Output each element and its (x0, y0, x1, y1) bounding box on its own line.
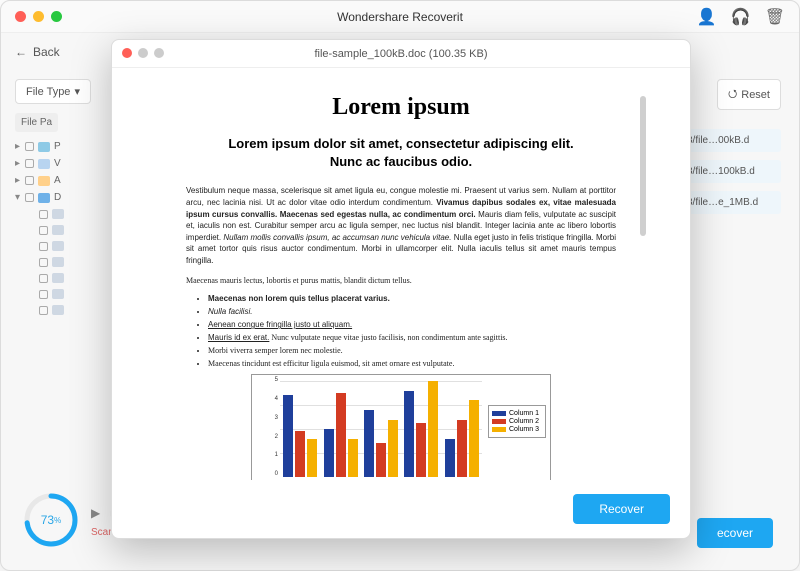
doc-h2: Lorem ipsum dolor sit amet, consectetur … (186, 135, 616, 171)
doc-bullet: Maecenas non lorem quis tellus placerat … (208, 294, 616, 303)
tree-row[interactable]: ▸A (15, 172, 115, 189)
preview-window: file-sample_100kB.doc (100.35 KB) Lorem … (111, 39, 691, 539)
doc-bullet: Morbi viverra semper lorem nec molestie. (208, 346, 616, 355)
tree-row[interactable] (15, 206, 115, 222)
back-button[interactable]: ← Back (15, 45, 60, 59)
file-tree[interactable]: File Pa ▸P▸V▸A▾D (15, 113, 115, 318)
list-item[interactable]: 3/file…00kB.d (681, 129, 781, 152)
minimize-icon[interactable] (138, 48, 148, 58)
chevron-down-icon: ▾ (74, 85, 80, 98)
doc-bullets: Maecenas non lorem quis tellus placerat … (186, 294, 616, 368)
tree-row[interactable] (15, 254, 115, 270)
tree-row[interactable] (15, 270, 115, 286)
scrollbar[interactable] (640, 96, 646, 236)
play-icon[interactable]: ▶ (91, 506, 100, 520)
doc-bullet: Aenean congue fringilla justo ut aliquam… (208, 320, 616, 329)
tree-row[interactable] (15, 222, 115, 238)
user-icon[interactable]: 👤 (697, 7, 717, 27)
doc-bullet: Maecenas tincidunt est efficitur ligula … (208, 359, 616, 368)
app-window: Wondershare Recoverit 👤 🎧 🗑 ← Back File … (0, 0, 800, 571)
progress-unit: % (54, 516, 61, 525)
maximize-icon[interactable] (51, 11, 62, 22)
preview-window-controls[interactable] (122, 48, 164, 58)
preview-title: file-sample_100kB.doc (100.35 KB) (112, 40, 690, 68)
progress-value: 73 (41, 513, 54, 527)
doc-h1: Lorem ipsum (186, 94, 616, 121)
title-bar: Wondershare Recoverit (1, 1, 799, 33)
maximize-icon[interactable] (154, 48, 164, 58)
list-item[interactable]: 3/file…e_1MB.d (681, 191, 781, 214)
window-controls[interactable] (15, 11, 62, 22)
doc-p1: Vestibulum neque massa, scelerisque sit … (186, 185, 616, 266)
recover-button-main[interactable]: ecover (697, 518, 773, 548)
scan-progress: 73% (23, 492, 79, 548)
close-icon[interactable] (15, 11, 26, 22)
file-path-header: File Pa (15, 113, 58, 132)
file-type-filter[interactable]: File Type ▾ (15, 79, 91, 104)
list-item[interactable]: 3/file…100kB.d (681, 160, 781, 183)
file-result-list[interactable]: 3/file…00kB.d 3/file…100kB.d 3/file…e_1MB.… (681, 129, 781, 222)
document-preview[interactable]: Lorem ipsum Lorem ipsum dolor sit amet, … (162, 80, 640, 480)
tree-row[interactable] (15, 238, 115, 254)
tree-row[interactable] (15, 302, 115, 318)
header-actions: 👤 🎧 🗑 (697, 7, 785, 27)
back-label: Back (33, 45, 60, 59)
tree-row[interactable]: ▸V (15, 155, 115, 172)
close-icon[interactable] (122, 48, 132, 58)
minimize-icon[interactable] (33, 11, 44, 22)
doc-bullet: Nulla facilisi. (208, 307, 616, 316)
tree-row[interactable]: ▾D (15, 189, 115, 206)
reset-label: Reset (741, 89, 770, 101)
doc-p2: Maecenas mauris lectus, lobortis et puru… (186, 275, 616, 287)
app-title: Wondershare Recoverit (337, 10, 463, 24)
file-type-label: File Type (26, 86, 70, 98)
tree-row[interactable] (15, 286, 115, 302)
tree-row[interactable]: ▸P (15, 138, 115, 155)
chevron-left-icon: ← (15, 45, 27, 59)
doc-bullet: Mauris id ex erat. Nunc vulputate neque … (208, 333, 616, 342)
headset-icon[interactable]: 🎧 (731, 7, 751, 27)
trash-icon[interactable]: 🗑 (765, 7, 785, 27)
doc-chart: 543210 12345 Column 1Column 2Column 3 (251, 374, 551, 480)
reset-button[interactable]: ⭯ Reset (717, 79, 781, 110)
reset-icon: ⭯ (728, 85, 737, 104)
recover-button[interactable]: Recover (573, 494, 670, 524)
